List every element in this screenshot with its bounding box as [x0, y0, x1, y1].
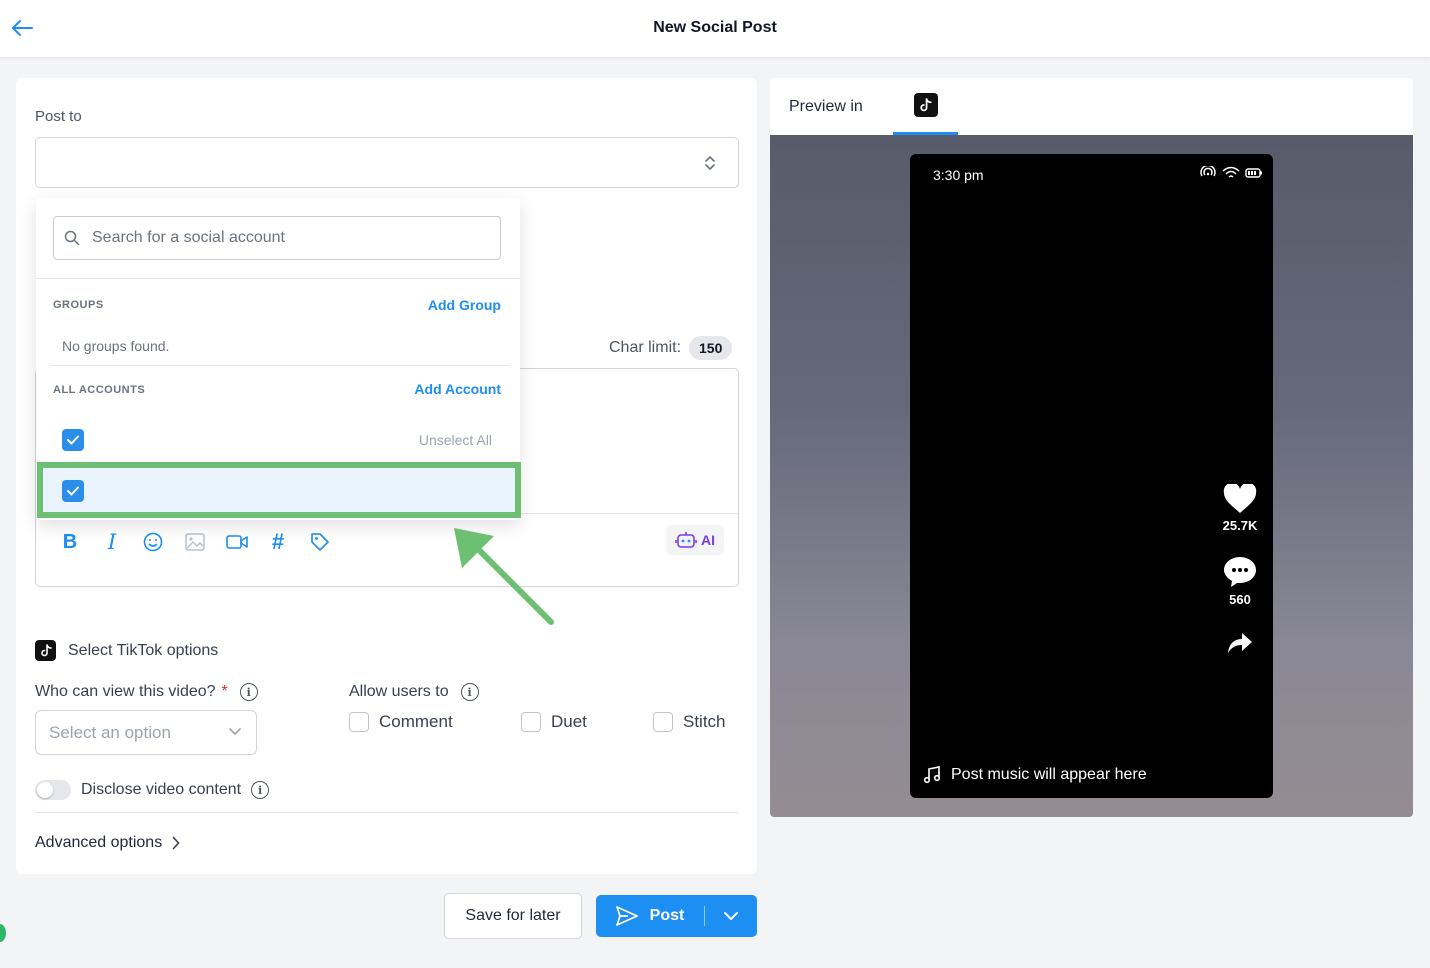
- search-icon: [64, 230, 80, 246]
- post-button[interactable]: Post: [596, 895, 757, 937]
- post-label: Post: [649, 907, 685, 924]
- preview-stage: 3:30 pm 25.7K 560 Post music will appear…: [770, 135, 1413, 817]
- info-icon[interactable]: i: [239, 683, 258, 701]
- who-can-view-text: Who can view this video?: [35, 683, 216, 700]
- view-select-placeholder: Select an option: [49, 723, 171, 742]
- allow-stitch-checkbox[interactable]: Stitch: [653, 712, 726, 732]
- music-note-icon: [923, 766, 941, 784]
- separator: [36, 278, 520, 279]
- all-accounts-heading: ALL ACCOUNTS: [53, 384, 146, 396]
- hotspot-icon: [1200, 166, 1216, 177]
- heart-icon: [1223, 484, 1257, 513]
- comment-count: 560: [1229, 592, 1251, 607]
- like-count: 25.7K: [1222, 518, 1258, 533]
- wifi-icon: [1222, 166, 1240, 178]
- phone-time: 3:30 pm: [933, 167, 984, 183]
- who-can-view-label: Who can view this video? * i: [35, 683, 258, 701]
- tiktok-options-heading: Select TikTok options: [35, 640, 218, 661]
- save-for-later-button[interactable]: Save for later: [444, 893, 582, 939]
- music-row: Post music will appear here: [923, 766, 1147, 784]
- post-options-dropdown[interactable]: [705, 895, 757, 937]
- disclose-content-toggle[interactable]: [35, 780, 71, 800]
- robot-icon: [675, 532, 697, 548]
- info-icon[interactable]: i: [251, 781, 270, 799]
- top-bar: New Social Post: [0, 0, 1430, 58]
- checkbox-box[interactable]: [653, 712, 673, 732]
- separator: [50, 365, 510, 366]
- post-to-select[interactable]: [35, 137, 739, 188]
- checkbox-box[interactable]: [349, 712, 369, 732]
- disclose-label: Disclose video content: [81, 781, 242, 798]
- info-icon[interactable]: i: [460, 683, 479, 701]
- ai-assist-button[interactable]: AI: [666, 525, 724, 555]
- unselect-all-link[interactable]: Unselect All: [419, 432, 492, 448]
- emoji-icon[interactable]: [141, 530, 165, 554]
- advanced-options-label: Advanced options: [35, 834, 163, 851]
- no-groups-text: No groups found.: [62, 338, 170, 354]
- battery-icon: [1245, 168, 1262, 178]
- highlight-box: [37, 462, 521, 518]
- advanced-options-toggle[interactable]: Advanced options: [35, 834, 180, 852]
- tiktok-icon: [913, 93, 938, 117]
- comment-label: Comment: [379, 712, 453, 731]
- send-icon: [615, 906, 638, 926]
- phone-status-icons: [1199, 166, 1263, 180]
- italic-icon[interactable]: I: [100, 530, 124, 554]
- share-icon: [1228, 633, 1252, 653]
- comment-action: 560: [1220, 556, 1260, 607]
- search-placeholder: Search for a social account: [92, 229, 285, 246]
- char-limit-badge: 150: [689, 336, 733, 360]
- like-action: 25.7K: [1220, 484, 1260, 533]
- chevron-down-icon: [229, 728, 241, 736]
- select-all-checkbox[interactable]: [62, 429, 84, 451]
- allow-users-text: Allow users to: [349, 683, 449, 700]
- account-search-input[interactable]: Search for a social account: [53, 216, 501, 260]
- tiktok-options-label: Select TikTok options: [68, 641, 219, 659]
- preview-card: Preview in 3:30 pm 25.7K 560 Post music …: [770, 78, 1413, 817]
- tag-icon[interactable]: [308, 530, 332, 554]
- char-limit-label: Char limit:: [609, 339, 682, 356]
- bold-icon[interactable]: B: [58, 530, 82, 554]
- share-action: [1220, 631, 1260, 655]
- divider: [35, 812, 739, 813]
- stitch-label: Stitch: [683, 712, 726, 731]
- groups-heading: GROUPS: [53, 299, 104, 311]
- tiktok-icon: [35, 640, 56, 661]
- image-icon[interactable]: [183, 530, 207, 554]
- preview-label: Preview in: [789, 98, 863, 115]
- chevron-right-icon: [172, 836, 180, 850]
- allow-users-label: Allow users to i: [349, 683, 479, 701]
- duet-label: Duet: [551, 712, 587, 731]
- required-mark: *: [221, 683, 228, 700]
- chevron-updown-icon: [705, 156, 715, 170]
- ai-label: AI: [701, 532, 715, 548]
- check-icon: [67, 435, 79, 445]
- comment-bubble-icon: [1224, 557, 1256, 587]
- checkbox-box[interactable]: [521, 712, 541, 732]
- video-icon[interactable]: [225, 530, 249, 554]
- page-title: New Social Post: [653, 19, 777, 36]
- music-text: Post music will appear here: [951, 766, 1147, 783]
- tab-tiktok-preview[interactable]: [893, 78, 958, 135]
- post-to-label: Post to: [35, 108, 82, 125]
- post-main-action[interactable]: Post: [596, 895, 704, 937]
- char-limit: Char limit: 150: [609, 336, 733, 360]
- status-dot: [0, 924, 6, 942]
- annotation-arrow-icon: [454, 528, 554, 625]
- disclose-content-row: Disclose video content i: [35, 780, 270, 800]
- who-can-view-select[interactable]: Select an option: [35, 710, 257, 755]
- hashtag-icon[interactable]: #: [266, 529, 290, 554]
- allow-comment-checkbox[interactable]: Comment: [349, 712, 453, 732]
- phone-mockup: 3:30 pm 25.7K 560 Post music will appear…: [910, 154, 1273, 798]
- add-group-link[interactable]: Add Group: [428, 297, 501, 313]
- chevron-down-icon: [724, 912, 738, 920]
- allow-duet-checkbox[interactable]: Duet: [521, 712, 587, 732]
- add-account-link[interactable]: Add Account: [414, 381, 501, 397]
